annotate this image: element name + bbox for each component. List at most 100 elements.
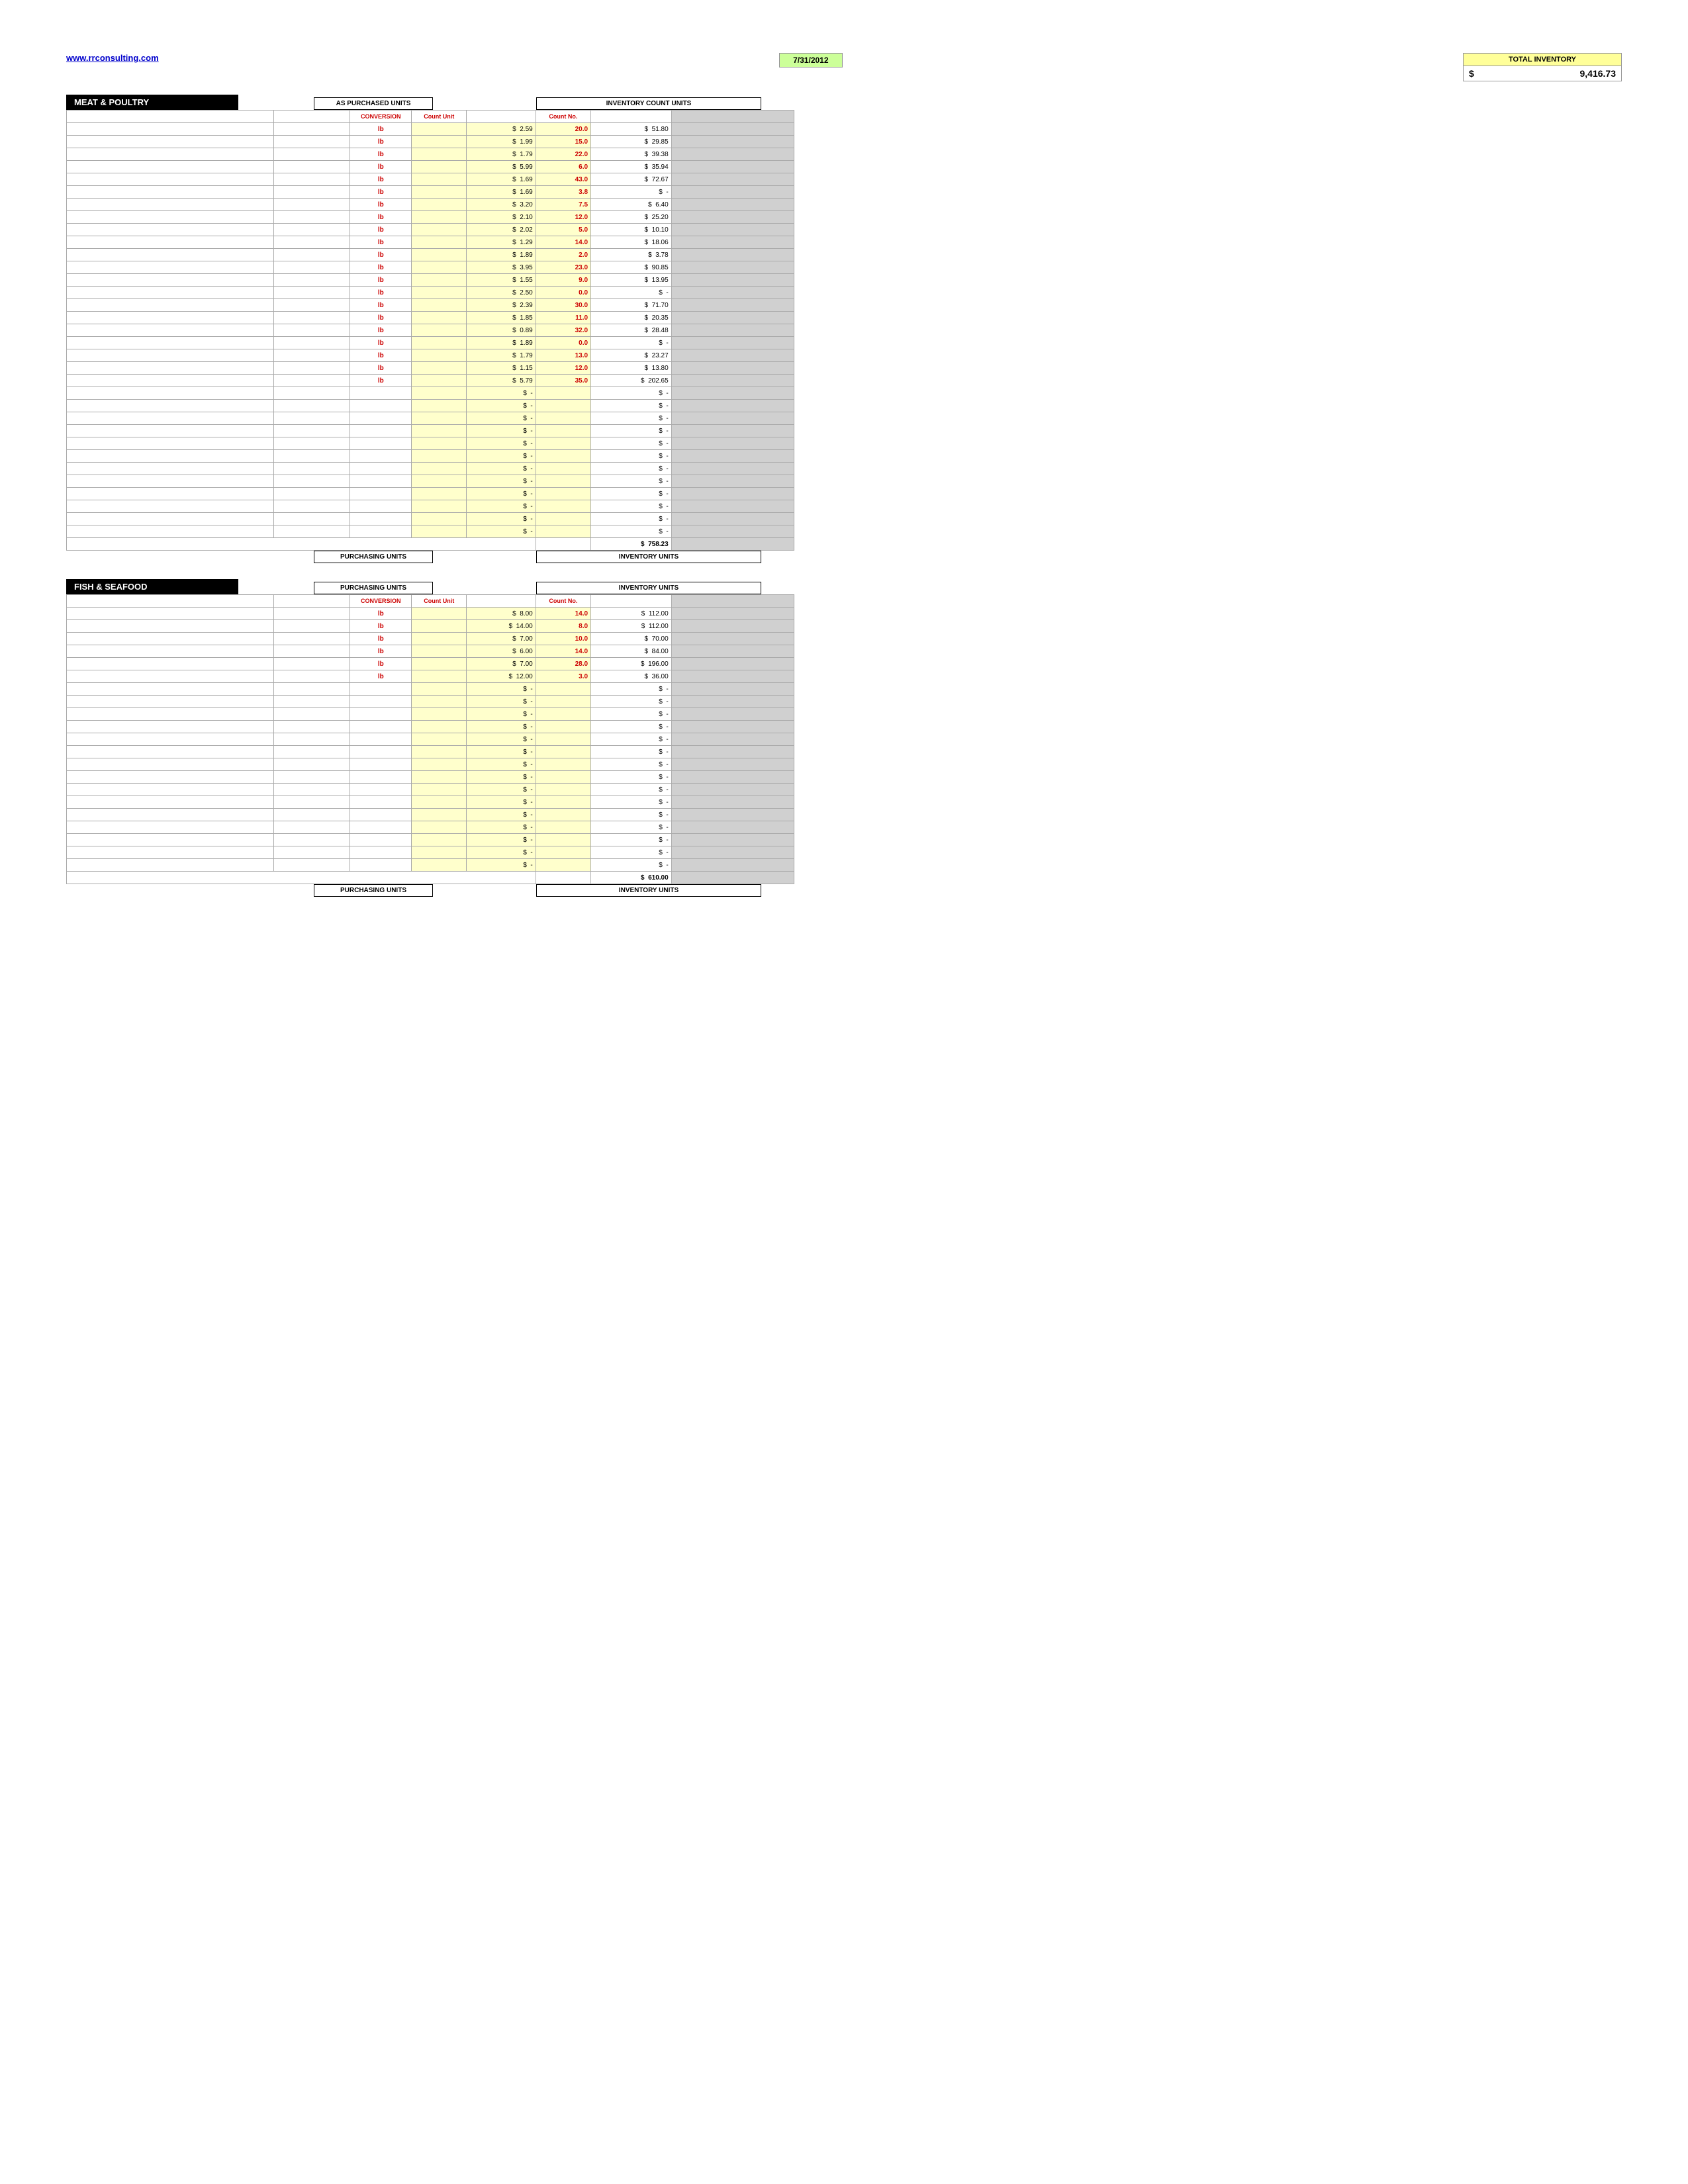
fish-count-no-col-header: Count No. [536, 595, 590, 608]
table-row: lb$ 1.9915.0$ 29.85 [67, 136, 794, 148]
table-row: lb$ 3.207.5$ 6.40 [67, 199, 794, 211]
table-row: $ -$ - [67, 708, 794, 721]
conversion-col-header: CONVERSION [350, 111, 412, 123]
table-row: $ -$ - [67, 683, 794, 696]
fish-seafood-section: FISH & SEAFOOD PURCHASING UNITS INVENTOR… [66, 579, 1622, 897]
meat-subtotal-value: $ 758.23 [591, 538, 672, 551]
table-row: $ -$ - [67, 500, 794, 513]
total-inventory-amount: 9,416.73 [1579, 68, 1616, 79]
table-row: lb$ 1.1512.0$ 13.80 [67, 362, 794, 375]
meat-subtotal-row: $ 758.23 [67, 538, 794, 551]
fish-purchasing-header: PURCHASING UNITS [314, 582, 433, 594]
table-row: $ -$ - [67, 859, 794, 872]
inventory-count-header: INVENTORY COUNT UNITS [536, 97, 761, 110]
meat-section-name: MEAT & POULTRY [66, 95, 238, 110]
fish-subtotal-row: $ 610.00 [67, 872, 794, 884]
table-row: $ -$ - [67, 721, 794, 733]
table-row: lb$ 12.003.0$ 36.00 [67, 670, 794, 683]
table-row: lb$ 0.8932.0$ 28.48 [67, 324, 794, 337]
table-row: lb$ 1.2914.0$ 18.06 [67, 236, 794, 249]
table-row: lb$ 1.890.0$ - [67, 337, 794, 349]
website-link[interactable]: www.rrconsulting.com [66, 53, 159, 63]
table-row: $ -$ - [67, 425, 794, 437]
fish-data-table: CONVERSION Count Unit Count No. lb$ 8.00… [66, 594, 794, 884]
total-inventory-label: TOTAL INVENTORY [1464, 54, 1621, 66]
count-no-col-header: Count No. [536, 111, 590, 123]
table-row: lb$ 8.0014.0$ 112.00 [67, 608, 794, 620]
purchasing-units-footer: PURCHASING UNITS [314, 551, 433, 563]
table-row: lb$ 3.9523.0$ 90.85 [67, 261, 794, 274]
table-row: $ -$ - [67, 488, 794, 500]
total-col-header [591, 111, 672, 123]
item-col-header [67, 111, 274, 123]
table-row: $ -$ - [67, 513, 794, 525]
as-purchased-header: AS PURCHASED UNITS [314, 97, 433, 110]
table-row: $ -$ - [67, 834, 794, 846]
table-row: $ -$ - [67, 771, 794, 784]
meat-footer-row: PURCHASING UNITS INVENTORY UNITS [66, 551, 1622, 563]
table-row: lb$ 1.7922.0$ 39.38 [67, 148, 794, 161]
fish-section-name: FISH & SEAFOOD [66, 579, 238, 594]
gray-col-header [671, 111, 794, 123]
table-row: lb$ 6.0014.0$ 84.00 [67, 645, 794, 658]
fish-inventory-header: INVENTORY UNITS [536, 582, 761, 594]
table-row: lb$ 1.7913.0$ 23.27 [67, 349, 794, 362]
table-row: $ -$ - [67, 412, 794, 425]
table-row: $ -$ - [67, 450, 794, 463]
table-row: $ -$ - [67, 784, 794, 796]
fish-purchasing-units-footer: PURCHASING UNITS [314, 884, 433, 897]
table-row: $ -$ - [67, 809, 794, 821]
table-row: lb$ 2.500.0$ - [67, 287, 794, 299]
header: www.rrconsulting.com 7/31/2012 TOTAL INV… [66, 53, 1622, 81]
table-row: $ -$ - [67, 525, 794, 538]
table-row: lb$ 1.6943.0$ 72.67 [67, 173, 794, 186]
table-row: lb$ 1.693.8$ - [67, 186, 794, 199]
table-row: lb$ 1.8511.0$ 20.35 [67, 312, 794, 324]
table-row: lb$ 2.3930.0$ 71.70 [67, 299, 794, 312]
price-col-header [467, 111, 536, 123]
table-row: $ -$ - [67, 746, 794, 758]
meat-data-table: CONVERSION Count Unit Count No. lb$ 2.59… [66, 110, 794, 551]
inventory-units-footer: INVENTORY UNITS [536, 551, 761, 563]
total-inventory-box: TOTAL INVENTORY $ 9,416.73 [1463, 53, 1622, 81]
table-row: lb$ 7.0028.0$ 196.00 [67, 658, 794, 670]
meat-poultry-section: MEAT & POULTRY AS PURCHASED UNITS INVENT… [66, 95, 1622, 563]
table-row: lb$ 2.1012.0$ 25.20 [67, 211, 794, 224]
meat-col-headers-row: MEAT & POULTRY AS PURCHASED UNITS INVENT… [66, 95, 1622, 110]
fish-col-headers-row: FISH & SEAFOOD PURCHASING UNITS INVENTOR… [66, 579, 1622, 594]
page-wrapper: www.rrconsulting.com 7/31/2012 TOTAL INV… [13, 13, 1675, 950]
meat-sub-header-row: CONVERSION Count Unit Count No. [67, 111, 794, 123]
table-row: $ -$ - [67, 733, 794, 746]
table-row: lb$ 5.996.0$ 35.94 [67, 161, 794, 173]
table-row: $ -$ - [67, 463, 794, 475]
table-row: $ -$ - [67, 400, 794, 412]
table-row: $ -$ - [67, 475, 794, 488]
table-row: lb$ 1.559.0$ 13.95 [67, 274, 794, 287]
fish-subtotal-value: $ 610.00 [591, 872, 672, 884]
meat-section-name-spacer: MEAT & POULTRY [66, 95, 245, 110]
table-row: $ -$ - [67, 696, 794, 708]
table-row: lb$ 5.7935.0$ 202.65 [67, 375, 794, 387]
table-row: lb$ 14.008.0$ 112.00 [67, 620, 794, 633]
table-row: $ -$ - [67, 796, 794, 809]
dollar-sign: $ [1469, 68, 1474, 79]
table-row: lb$ 2.5920.0$ 51.80 [67, 123, 794, 136]
table-row: $ -$ - [67, 821, 794, 834]
fish-inventory-units-footer: INVENTORY UNITS [536, 884, 761, 897]
table-row: lb$ 1.892.0$ 3.78 [67, 249, 794, 261]
ap-unit-col-header [273, 111, 350, 123]
table-row: $ -$ - [67, 758, 794, 771]
website-link-wrapper[interactable]: www.rrconsulting.com [66, 53, 159, 63]
fish-footer-row: PURCHASING UNITS INVENTORY UNITS [66, 884, 1622, 897]
table-row: lb$ 7.0010.0$ 70.00 [67, 633, 794, 645]
table-row: lb$ 2.025.0$ 10.10 [67, 224, 794, 236]
fish-conversion-col-header: CONVERSION [350, 595, 412, 608]
table-row: $ -$ - [67, 387, 794, 400]
total-inventory-value: $ 9,416.73 [1464, 66, 1621, 81]
fish-count-unit-col-header: Count Unit [412, 595, 467, 608]
date-label: 7/31/2012 [779, 53, 842, 68]
count-unit-col-header: Count Unit [412, 111, 467, 123]
header-middle: 7/31/2012 [779, 53, 842, 68]
table-row: $ -$ - [67, 437, 794, 450]
fish-sub-header-row: CONVERSION Count Unit Count No. [67, 595, 794, 608]
